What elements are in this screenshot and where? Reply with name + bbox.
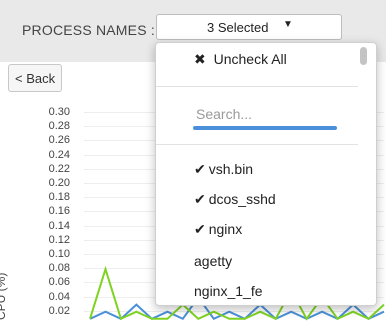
process-select-value: 3 Selected — [207, 20, 269, 35]
uncheck-all-button[interactable]: ✖ Uncheck All — [194, 51, 287, 68]
back-button[interactable]: < Back — [8, 64, 62, 92]
back-button-label: < Back — [15, 71, 56, 86]
option-label: agetty — [194, 253, 233, 269]
option-agetty[interactable]: agetty — [194, 253, 232, 269]
option-nginx[interactable]: ✔ nginx — [194, 221, 242, 238]
process-select-button[interactable]: 3 Selected ▼ — [156, 14, 342, 40]
search-input[interactable] — [194, 101, 340, 127]
uncheck-all-label: Uncheck All — [213, 51, 287, 67]
dropdown-scrollbar[interactable] — [360, 47, 367, 65]
option-dcos-sshd[interactable]: ✔ dcos_sshd — [194, 191, 276, 208]
process-names-label: PROCESS NAMES : — [22, 22, 155, 38]
option-label: dcos_sshd — [208, 191, 276, 207]
check-icon: ✔ — [194, 161, 206, 177]
check-icon: ✔ — [194, 221, 206, 237]
search-underline — [193, 126, 337, 130]
option-nginx-1-fe[interactable]: nginx_1_fe — [194, 283, 263, 299]
close-icon: ✖ — [194, 51, 206, 67]
check-icon: ✔ — [194, 191, 206, 207]
option-vsh-bin[interactable]: ✔ vsh.bin — [194, 161, 253, 178]
divider — [156, 144, 358, 145]
process-dropdown[interactable]: ✖ Uncheck All ✔vsh.bin ✔dcos_sshd ✔nginx… — [155, 42, 377, 306]
option-label: vsh.bin — [208, 161, 254, 177]
caret-down-icon: ▼ — [283, 19, 293, 30]
divider — [156, 86, 358, 87]
option-label: nginx_1_fe — [194, 283, 263, 299]
option-label: nginx — [208, 221, 243, 237]
